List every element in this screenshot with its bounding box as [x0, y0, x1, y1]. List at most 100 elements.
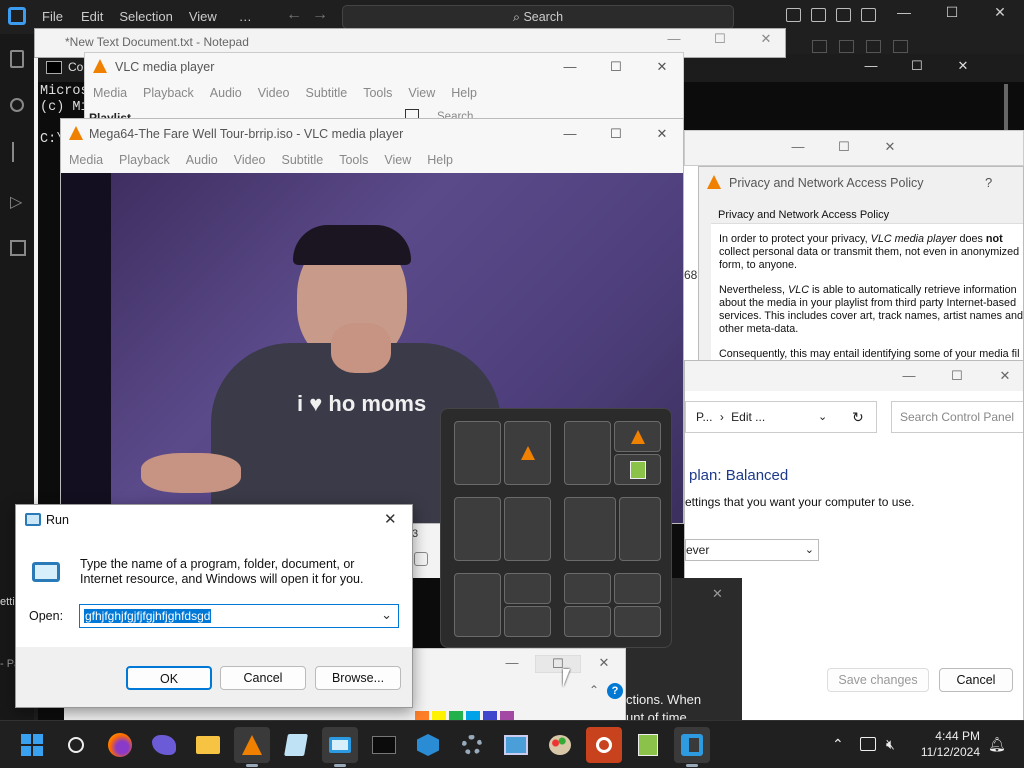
run-open-input[interactable]: gfhjfghjfgjfjfgjhfjghfdsgd ⌄	[79, 604, 399, 628]
maximize-icon[interactable]: ☐	[928, 4, 976, 21]
menu-audio[interactable]: Audio	[202, 81, 250, 105]
minimize-icon[interactable]: —	[880, 4, 928, 21]
menu-file[interactable]: File	[32, 5, 73, 29]
menu-edit[interactable]: Edit	[73, 5, 111, 29]
run-icon[interactable]	[322, 727, 358, 763]
dependencies-icon[interactable]	[410, 727, 446, 763]
menu-help[interactable]: Help	[419, 148, 461, 172]
search-icon[interactable]	[58, 727, 94, 763]
menu-video[interactable]: Video	[250, 81, 298, 105]
menu-subtitle[interactable]: Subtitle	[298, 81, 356, 105]
snap-zone[interactable]	[504, 573, 551, 604]
cp-address-bar[interactable]: P... › Edit ... ⌄ ↻	[685, 401, 877, 433]
snap-zone[interactable]	[504, 421, 551, 485]
cancel-button[interactable]: Cancel	[220, 666, 306, 690]
snap-zone[interactable]	[564, 573, 611, 604]
menu-video[interactable]: Video	[226, 148, 274, 172]
chevron-up-icon[interactable]: ⌃	[589, 683, 599, 697]
help-icon[interactable]: ?	[985, 175, 992, 190]
extensions-icon[interactable]	[10, 240, 26, 256]
snap-zone[interactable]	[614, 606, 661, 637]
maximize-icon[interactable]: ☐	[535, 655, 581, 673]
snap-zone[interactable]	[454, 421, 501, 485]
close-icon[interactable]: ✕	[743, 31, 785, 47]
save-changes-button[interactable]: Save changes	[827, 668, 929, 692]
minimize-icon[interactable]: —	[885, 363, 933, 389]
menu-view[interactable]: View	[400, 81, 443, 105]
notification-bell-icon[interactable]: 🔔︎	[988, 736, 1006, 753]
snap-zone[interactable]	[504, 606, 551, 637]
ok-button[interactable]: OK	[126, 666, 212, 690]
cp-plan-select[interactable]: ever ⌄	[685, 539, 819, 561]
clock[interactable]: 4:44 PM 11/12/2024	[910, 728, 980, 760]
bird-app-icon[interactable]	[146, 727, 182, 763]
snap-zone[interactable]	[454, 497, 501, 561]
vlc-icon[interactable]	[234, 727, 270, 763]
chevron-down-icon[interactable]: ⌄	[818, 402, 827, 432]
vscode-icon[interactable]	[674, 727, 710, 763]
menu-audio[interactable]: Audio	[178, 148, 226, 172]
terminal-icon[interactable]	[366, 727, 402, 763]
snap-zone[interactable]	[614, 421, 661, 452]
minimize-icon[interactable]: —	[547, 53, 593, 81]
menu-playback[interactable]: Playback	[111, 148, 178, 172]
menu-view[interactable]: View	[181, 5, 225, 29]
snap-zone[interactable]	[619, 497, 661, 561]
magnifier-icon[interactable]	[586, 727, 622, 763]
chevron-down-icon[interactable]: ⌄	[381, 607, 392, 623]
menu-subtitle[interactable]: Subtitle	[274, 148, 332, 172]
cp-search-input[interactable]: Search Control Panel	[891, 401, 1023, 433]
minimize-icon[interactable]: —	[848, 58, 894, 74]
refresh-icon[interactable]: ↻	[852, 402, 864, 432]
toggle-sidebar-icon[interactable]	[786, 8, 801, 22]
customize-layout-icon[interactable]	[861, 8, 876, 22]
menu-help[interactable]: Help	[443, 81, 485, 105]
close-icon[interactable]: ✕	[384, 510, 397, 528]
close-icon[interactable]: ✕	[976, 4, 1024, 21]
minimize-icon[interactable]: —	[775, 133, 821, 161]
minimize-icon[interactable]: —	[651, 31, 697, 47]
menu-selection[interactable]: Selection	[111, 5, 180, 29]
menu-tools[interactable]: Tools	[331, 148, 376, 172]
snap-zone[interactable]	[564, 606, 611, 637]
maximize-icon[interactable]: ☐	[593, 53, 639, 81]
cancel-button[interactable]: Cancel	[939, 668, 1013, 692]
minimize-icon[interactable]: —	[489, 655, 535, 673]
breadcrumb-part[interactable]: P...	[696, 410, 712, 424]
snap-zone[interactable]	[454, 573, 501, 637]
maximize-icon[interactable]: ☐	[697, 31, 743, 47]
close-icon[interactable]: ✕	[940, 58, 986, 74]
browse-button[interactable]: Browse...	[315, 666, 401, 690]
snap-zone[interactable]	[564, 497, 616, 561]
settings-icon[interactable]	[454, 727, 490, 763]
snap-zone[interactable]	[564, 421, 611, 485]
snap-zone[interactable]	[504, 497, 551, 561]
notepad-icon[interactable]	[278, 727, 314, 763]
paint-icon[interactable]	[542, 727, 578, 763]
menu-view[interactable]: View	[376, 148, 419, 172]
menu-media[interactable]: Media	[85, 81, 135, 105]
menu-playback[interactable]: Playback	[135, 81, 202, 105]
control-panel-icon[interactable]	[498, 727, 534, 763]
toggle-panel-icon[interactable]	[811, 8, 826, 22]
close-icon[interactable]: ✕	[639, 119, 683, 149]
snap-zone[interactable]	[614, 454, 661, 485]
menu-media[interactable]: Media	[61, 148, 111, 172]
snap-zone[interactable]	[614, 573, 661, 604]
search-view-icon[interactable]	[10, 98, 24, 112]
vlc-control-icon[interactable]	[414, 552, 428, 566]
network-icon[interactable]	[860, 737, 876, 751]
menu-more[interactable]: …	[225, 5, 266, 29]
debug-icon[interactable]: ▷	[10, 192, 22, 212]
nav-back-icon[interactable]: ←	[286, 6, 302, 24]
close-icon[interactable]: ✕	[581, 655, 625, 673]
notepad-plus-icon[interactable]	[630, 727, 666, 763]
command-center[interactable]: ⌕ Search	[342, 5, 734, 29]
maximize-icon[interactable]: ☐	[821, 133, 867, 161]
minimize-icon[interactable]: —	[547, 119, 593, 149]
close-icon[interactable]: ✕	[639, 53, 683, 81]
start-icon[interactable]	[14, 727, 50, 763]
paint-help-icon[interactable]: ?	[607, 683, 623, 699]
chevron-up-icon[interactable]: ⌃	[832, 736, 844, 753]
close-icon[interactable]: ✕	[981, 363, 1023, 389]
